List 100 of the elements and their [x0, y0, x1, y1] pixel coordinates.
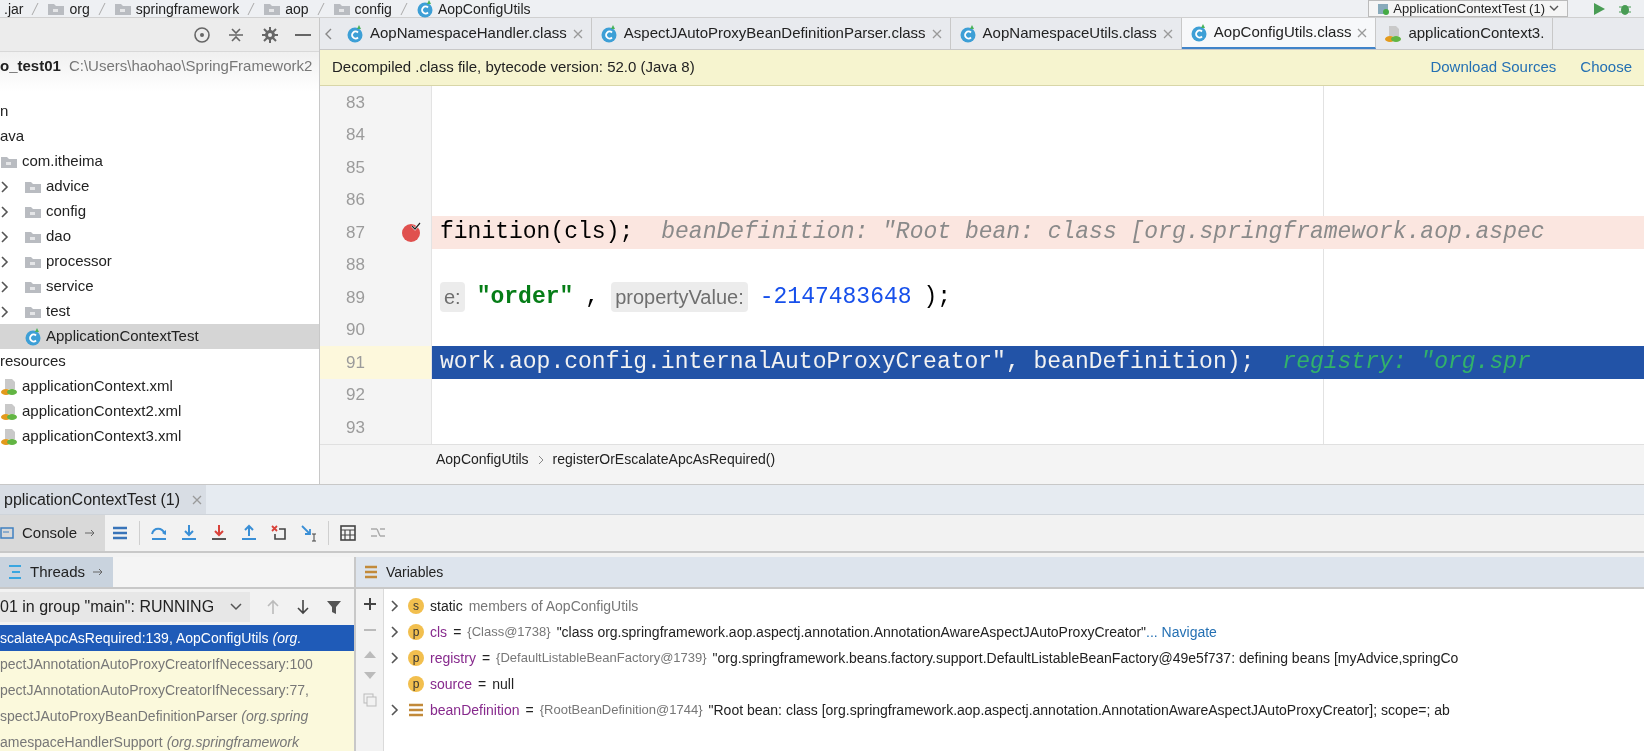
move-up-icon[interactable] [362, 649, 377, 659]
move-down-icon[interactable] [362, 671, 377, 681]
breakpoint-icon [400, 221, 422, 244]
execution-point-icon[interactable] [111, 524, 130, 542]
variable-row[interactable]: p cls = {Class@1738} "class org.springframework.aop.aspectj.annotation.AnnotationAwareAspectJAutoProxyCreator"... Navigate [384, 619, 1644, 645]
line-number: 91 [345, 351, 365, 374]
variable-row[interactable]: beanDefinition = {RootBeanDefinition@1744} "Root bean: class [org.springframework.aop.aspectj.annotation.AnnotationAwareAspectJAutoProxyCreator]; scope=; ab [384, 697, 1644, 723]
tree-item[interactable]: resources [0, 349, 319, 374]
stack-frame[interactable]: pectJAnnotationAutoProxyCreatorIfNecessary:100 [0, 651, 354, 677]
drop-frame-icon[interactable] [270, 524, 289, 542]
tree-item[interactable]: dao [0, 224, 319, 249]
separator-icon [97, 1, 106, 16]
class-icon [415, 0, 434, 18]
path-item[interactable]: AopConfigUtils [437, 0, 531, 18]
filter-icon[interactable] [326, 599, 342, 615]
path-item[interactable]: config [354, 0, 392, 18]
stack-frame[interactable]: amespaceHandlerSupport (org.springframework [0, 729, 354, 751]
project-path: C:\Users\haohao\SpringFramework2 [68, 55, 313, 76]
navigate-link[interactable]: ... Navigate [1146, 621, 1217, 643]
breadcrumb-item[interactable]: AopConfigUtils [436, 449, 529, 470]
folder-icon [24, 279, 42, 294]
calculator-icon[interactable] [339, 524, 358, 542]
up-arrow-icon[interactable] [266, 599, 280, 615]
tree-item[interactable]: service [0, 274, 319, 299]
run-icon[interactable] [1592, 1, 1606, 16]
tree-item[interactable]: applicationContext3.xml [0, 424, 319, 449]
thread-dropdown[interactable]: 01 in group "main": RUNNING [0, 592, 250, 622]
code-text: ); [923, 283, 952, 312]
line-number: 83 [345, 91, 365, 114]
path-item[interactable]: aop [285, 0, 309, 18]
step-out-icon[interactable] [240, 524, 259, 542]
path-item[interactable]: springframework [135, 0, 240, 18]
caret-icon [1549, 4, 1559, 13]
breadcrumb-item[interactable]: registerOrEscalateApcAsRequired() [552, 449, 776, 470]
line-number: 87 [345, 221, 365, 244]
equals-sign: = [481, 648, 491, 668]
editor-tab[interactable]: AspectJAutoProxyBeanDefinitionParser.class [591, 18, 951, 49]
debug-session-tab[interactable]: pplicationContextTest (1) [0, 485, 207, 514]
threads-icon [8, 564, 22, 580]
variable-name: static [430, 596, 463, 616]
tree-item[interactable]: config [0, 199, 319, 224]
editor-tab[interactable]: AopConfigUtils.class [1181, 18, 1377, 49]
editor-tab[interactable]: applicationContext3. [1376, 18, 1554, 49]
tree-item[interactable]: n [0, 99, 319, 124]
collapse-icon[interactable] [227, 25, 245, 44]
notice-link[interactable]: Download Sources [1430, 56, 1557, 79]
class-icon [346, 24, 364, 43]
close-icon[interactable] [1162, 28, 1173, 39]
project-root[interactable]: o_test01 C:\Users\haohao\SpringFramework2 [0, 53, 319, 79]
tree-item[interactable]: com.itheima [0, 149, 319, 174]
line-number: 93 [345, 416, 365, 439]
inline-value: registry: "org.spr [1282, 348, 1531, 377]
variable-type: {Class@1738} [467, 623, 551, 642]
tree-item[interactable]: ApplicationContextTest [0, 324, 319, 349]
class-icon [958, 24, 977, 43]
tree-item[interactable]: ava [0, 124, 319, 149]
variable-name: source [430, 674, 473, 694]
tree-item[interactable]: applicationContext.xml [0, 374, 319, 399]
scroll-left-icon[interactable] [324, 27, 334, 40]
line-number: 92 [345, 384, 365, 406]
close-icon[interactable] [572, 28, 583, 39]
tree-item[interactable]: applicationContext2.xml [0, 399, 319, 424]
settings-icon[interactable] [261, 25, 279, 44]
variable-row[interactable]: s static members of AopConfigUtils [384, 593, 1644, 619]
console-tab[interactable]: Console [0, 515, 106, 551]
stack-frame[interactable]: scalateApcAsRequired:139, AopConfigUtils (org. [0, 625, 354, 651]
stack-frame[interactable]: spectJAutoProxyBeanDefinitionParser (org.spring [0, 703, 354, 729]
inline-value: beanDefinition: "Root bean: class [org.springframework.aop.aspec [661, 218, 1545, 247]
notice-link[interactable]: Choose [1580, 56, 1632, 79]
tree-item[interactable]: processor [0, 249, 319, 274]
down-arrow-icon[interactable] [296, 599, 310, 615]
tree-item[interactable]: test [0, 299, 319, 324]
close-icon[interactable] [931, 28, 942, 39]
code-text: finition(cls); [440, 218, 634, 247]
threads-tab[interactable]: Threads [0, 557, 114, 587]
variable-detail: members of AopConfigUtils [468, 596, 639, 616]
equals-sign: = [525, 700, 534, 720]
path-item[interactable]: .jar [4, 0, 24, 18]
variable-row[interactable]: p source = null [384, 671, 1644, 697]
close-icon[interactable] [1357, 27, 1368, 38]
editor-tab[interactable]: AopNamespaceHandler.class [338, 18, 592, 49]
variable-row[interactable]: p registry = {DefaultListableBeanFactory@1739} "org.springframework.beans.factory.support.DefaultListableBeanFactory@49e5f737: defining beans [myAdvice,springCo [384, 645, 1644, 671]
variables-icon [364, 565, 378, 579]
close-icon[interactable] [192, 494, 203, 505]
class-icon [599, 24, 618, 43]
path-item[interactable]: org [69, 0, 90, 18]
xml-file-icon [0, 402, 18, 421]
editor-tab[interactable]: AopNamespaceUtils.class [950, 18, 1182, 49]
tree-item[interactable]: advice [0, 174, 319, 199]
step-into-icon[interactable] [180, 524, 199, 542]
force-step-into-icon[interactable] [210, 524, 229, 542]
add-icon[interactable] [362, 597, 377, 611]
variable-name: beanDefinition [430, 700, 520, 720]
run-configuration-dropdown[interactable]: ApplicationContextTest (1) [1368, 0, 1568, 17]
target-icon[interactable] [193, 25, 211, 44]
run-to-cursor-icon[interactable] [300, 524, 319, 542]
variable-name: registry [430, 648, 476, 668]
separator-icon [316, 1, 325, 16]
folder-icon [24, 179, 42, 194]
stack-frame[interactable]: pectJAnnotationAutoProxyCreatorIfNecessary:77, [0, 677, 354, 703]
